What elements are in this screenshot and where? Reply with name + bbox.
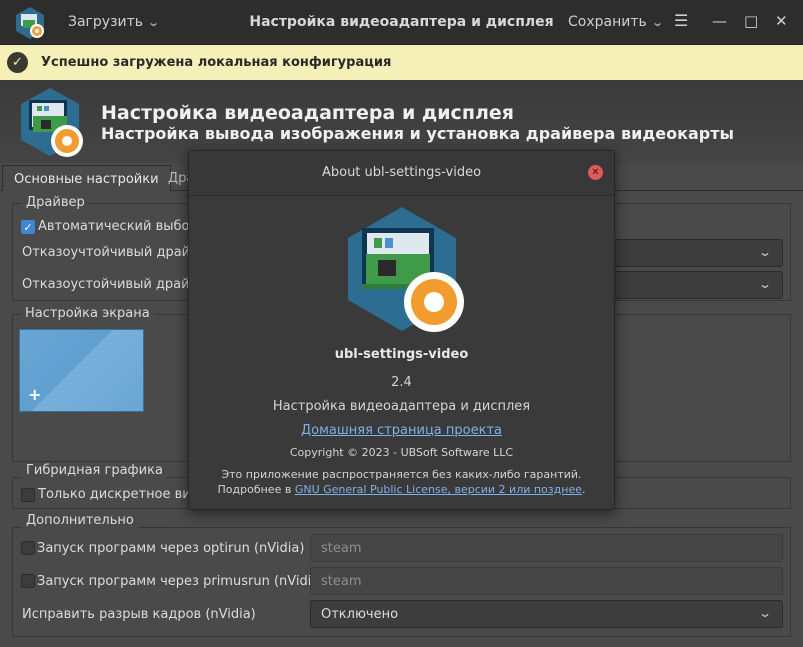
about-dialog-header: About ubl-settings-video ✕ bbox=[189, 151, 614, 196]
about-warranty: Это приложение распространяется без каки… bbox=[221, 468, 582, 481]
chevron-down-icon: ⌄ bbox=[757, 277, 773, 291]
failsafe-driver-combo-2[interactable]: ⌄ bbox=[610, 271, 783, 299]
close-icon[interactable]: ✕ bbox=[775, 12, 788, 30]
auto-select-checkbox[interactable]: ✓ bbox=[21, 220, 35, 234]
about-copyright: Copyright © 2023 - UBSoft Software LLC bbox=[289, 446, 514, 459]
about-description: Настройка видеоадаптера и дисплея bbox=[272, 399, 531, 414]
screen-group-label: Настройка экрана bbox=[21, 306, 154, 321]
failsafe-driver-combo-1[interactable]: ⌄ bbox=[610, 239, 783, 267]
info-message: Успешно загружена локальная конфигурация bbox=[41, 55, 392, 70]
auto-select-label: Автоматический выбор bbox=[38, 219, 198, 234]
chevron-down-icon: ⌄ bbox=[757, 606, 773, 620]
app-logo bbox=[21, 88, 83, 157]
about-app-logo bbox=[348, 207, 464, 332]
license-link[interactable]: GNU General Public License, версии 2 или… bbox=[295, 483, 582, 496]
monitor-preview[interactable]: + bbox=[19, 329, 144, 412]
optirun-label: Запуск программ через optirun (nVidia) bbox=[37, 541, 305, 556]
save-label: Сохранить bbox=[568, 14, 647, 30]
homepage-link[interactable]: Домашняя страница проекта bbox=[189, 423, 614, 438]
hybrid-group-label: Гибридная графика bbox=[22, 463, 167, 478]
discrete-only-label: Только дискретное виде bbox=[38, 487, 208, 502]
discrete-only-checkbox[interactable] bbox=[21, 488, 35, 502]
tearing-label: Исправить разрыв кадров (nVidia) bbox=[22, 607, 256, 622]
primusrun-input[interactable]: steam bbox=[310, 567, 783, 595]
info-bar: ✓ Успешно загружена локальная конфигурац… bbox=[0, 45, 803, 80]
close-icon[interactable]: ✕ bbox=[588, 165, 603, 180]
failsafe-driver-label-1: Отказоучтойчивый драйве bbox=[22, 245, 206, 260]
primusrun-checkbox[interactable] bbox=[21, 574, 35, 588]
minimize-icon[interactable]: — bbox=[712, 12, 727, 30]
optirun-input[interactable]: steam bbox=[310, 534, 783, 562]
license-prefix: Подробнее в bbox=[217, 483, 295, 496]
driver-group-label: Драйвер bbox=[22, 195, 89, 210]
about-app-name: ubl-settings-video bbox=[334, 347, 469, 362]
license-suffix: . bbox=[581, 483, 586, 496]
optirun-checkbox[interactable] bbox=[21, 541, 35, 555]
about-dialog: About ubl-settings-video ✕ ubl-settings-… bbox=[188, 150, 615, 510]
maximize-icon[interactable]: □ bbox=[744, 12, 758, 30]
tearing-value: Отключено bbox=[321, 607, 399, 622]
check-circle-icon: ✓ bbox=[7, 52, 28, 73]
primusrun-label: Запуск программ через primusrun (nVidia) bbox=[37, 574, 325, 589]
failsafe-driver-label-2: Отказоустойчивый драйве bbox=[22, 277, 206, 292]
about-license-line: Подробнее в GNU General Public License, … bbox=[189, 483, 614, 496]
add-monitor-icon[interactable]: + bbox=[28, 385, 41, 404]
chevron-down-icon: ⌄ bbox=[757, 245, 773, 259]
about-version: 2.4 bbox=[391, 375, 412, 390]
title-bar: Загрузить ⌄ Настройка видеоадаптера и дис… bbox=[0, 0, 803, 45]
tearing-combo[interactable]: Отключено ⌄ bbox=[310, 600, 783, 628]
tab-main-settings[interactable]: Основные настройки bbox=[2, 165, 171, 191]
banner-title: Настройка видеоадаптера и дисплея bbox=[101, 102, 514, 124]
additional-group-label: Дополнительно bbox=[22, 513, 138, 528]
hamburger-icon[interactable]: ☰ bbox=[674, 11, 688, 30]
chevron-down-icon: ⌄ bbox=[650, 16, 664, 29]
save-button[interactable]: Сохранить ⌄ bbox=[568, 14, 664, 30]
about-dialog-title: About ubl-settings-video bbox=[321, 165, 482, 180]
banner-subtitle: Настройка вывода изображения и установка… bbox=[101, 124, 734, 143]
